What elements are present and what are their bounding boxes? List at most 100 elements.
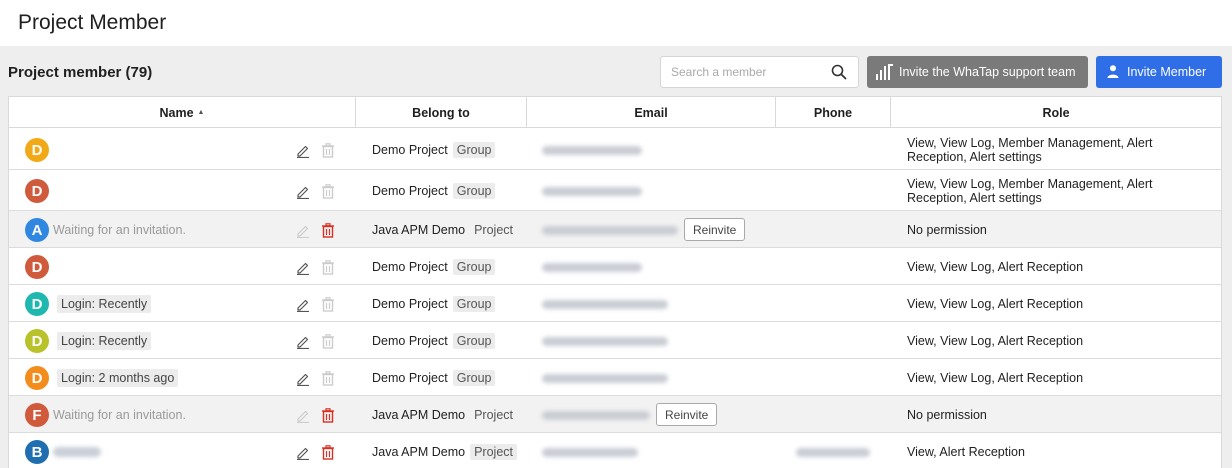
belong-to-cell: Demo Project Group [372,296,496,312]
redacted-email [542,226,678,235]
reinvite-button[interactable]: Reinvite [684,218,746,241]
project-name: Demo Project [372,334,448,348]
redacted-email [542,187,642,196]
edit-icon[interactable] [296,408,310,423]
belong-to-cell: Java APM Demo Project [372,222,517,238]
project-name: Demo Project [372,184,448,198]
table-row[interactable]: D Demo Project Group View, View Log, Alert … [9,248,1221,285]
project-name: Demo Project [372,297,448,311]
project-name: Demo Project [372,260,448,274]
delete-icon[interactable] [321,445,335,460]
belong-to-cell: Demo Project Group [372,183,496,199]
last-login-badge: Login: Recently [57,295,152,313]
belong-type-badge: Project [474,223,513,237]
avatar: D [25,138,49,162]
avatar: B [25,440,49,464]
belong-type-badge: Group [452,183,496,199]
delete-icon[interactable] [321,223,335,238]
belong-type-badge: Project [474,408,513,422]
table-row[interactable]: D Login: Recently Demo Project Group View, V… [9,322,1221,359]
redacted-phone [796,448,870,457]
belong-to-cell: Demo Project Group [372,259,496,275]
edit-icon[interactable] [296,334,310,349]
redacted-email [542,263,642,272]
edit-icon[interactable] [296,260,310,275]
section-title: Project member (79) [8,64,153,81]
support-button-label: Invite the WhaTap support team [899,65,1076,79]
avatar: D [25,179,49,203]
edit-icon[interactable] [296,371,310,386]
members-table: Name ▲ Belong to Email Phone Role D Demo … [8,96,1222,468]
edit-icon[interactable] [296,297,310,312]
delete-icon[interactable] [321,371,335,386]
belong-type-badge: Group [452,333,496,349]
bar-chart-icon [876,64,893,80]
table-row[interactable]: D Demo Project Group View, View Log, Member… [9,129,1221,170]
project-name: Java APM Demo [372,445,466,459]
table-row[interactable]: A Waiting for an invitation. Java APM Demo… [9,211,1221,248]
invite-member-button[interactable]: Invite Member [1096,56,1222,88]
column-header-phone[interactable]: Phone [776,97,891,128]
edit-icon[interactable] [296,184,310,199]
person-icon [1107,65,1119,78]
delete-icon[interactable] [321,297,335,312]
redacted-email [542,448,638,457]
search-icon[interactable] [831,64,847,80]
role-cell: No permission [907,408,987,422]
delete-icon[interactable] [321,408,335,423]
delete-icon[interactable] [321,334,335,349]
redacted-email [542,146,642,155]
table-header: Name ▲ Belong to Email Phone Role [9,97,1221,128]
column-header-belong-to[interactable]: Belong to [356,97,527,128]
belong-type-badge: Group [452,142,496,158]
belong-to-cell: Demo Project Group [372,370,496,386]
column-header-name[interactable]: Name ▲ [9,97,356,128]
delete-icon[interactable] [321,143,335,158]
project-name: Demo Project [372,371,448,385]
column-header-email[interactable]: Email [527,97,776,128]
role-cell: View, View Log, Alert Reception [907,334,1084,348]
belong-type-badge: Group [452,296,496,312]
table-row[interactable]: D Login: Recently Demo Project Group View, V… [9,285,1221,322]
last-login-badge: Login: Recently [57,332,152,350]
table-row[interactable]: D Demo Project Group View, View Log, Member… [9,170,1221,211]
invitation-status: Waiting for an invitation. [53,408,186,422]
avatar: A [25,218,49,242]
column-header-role[interactable]: Role [891,97,1221,128]
edit-icon[interactable] [296,445,310,460]
avatar: D [25,255,49,279]
role-cell: View, View Log, Alert Reception [907,260,1084,274]
project-name: Java APM Demo [372,223,466,237]
role-cell: No permission [907,223,987,237]
invitation-status: Waiting for an invitation. [53,223,186,237]
edit-icon[interactable] [296,223,310,238]
search-input[interactable] [661,57,826,87]
belong-to-cell: Demo Project Group [372,142,496,158]
delete-icon[interactable] [321,260,335,275]
invite-support-team-button[interactable]: Invite the WhaTap support team [867,56,1088,88]
page-title: Project Member [18,11,167,34]
belong-to-cell: Demo Project Group [372,333,496,349]
last-login-badge: Login: 2 months ago [57,369,179,387]
redacted-member-name [53,447,101,457]
top-bar: Project Member [0,0,1232,46]
role-cell: View, View Log, Alert Reception [907,371,1084,385]
edit-icon[interactable] [296,143,310,158]
table-row[interactable]: B Java APM Demo Project View, Alert Recepti… [9,433,1221,468]
sort-asc-icon: ▲ [197,109,205,116]
role-cell: View, View Log, Alert Reception [907,297,1084,311]
belong-to-cell: Java APM Demo Project [372,444,517,460]
members-panel: Project member (79) Invite the WhaTap su… [0,46,1232,468]
reinvite-button[interactable]: Reinvite [656,403,718,426]
avatar: D [25,329,49,353]
table-row[interactable]: F Waiting for an invitation. Java APM Demo… [9,396,1221,433]
project-name: Demo Project [372,143,448,157]
avatar: D [25,292,49,316]
redacted-email [542,337,668,346]
redacted-email [542,300,668,309]
belong-type-badge: Project [470,444,517,460]
belong-type-badge: Group [452,259,496,275]
search-box [660,56,859,88]
table-row[interactable]: D Login: 2 months ago Demo Project Group Vie… [9,359,1221,396]
delete-icon[interactable] [321,184,335,199]
